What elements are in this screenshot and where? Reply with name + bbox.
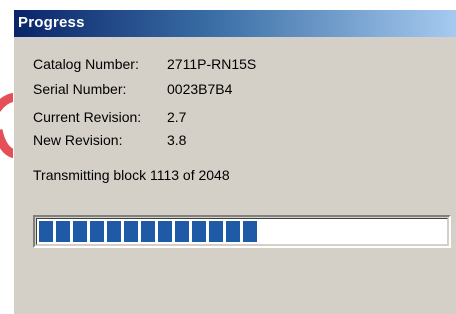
status-text: Transmitting block 1113 of 2048 xyxy=(33,167,230,183)
progress-dialog: Progress Catalog Number: 2711P-RN15S Ser… xyxy=(13,9,456,314)
progress-bar xyxy=(33,215,451,248)
title-bar[interactable]: Progress xyxy=(14,10,456,37)
serial-number-row: Serial Number: 0023B7B4 xyxy=(33,81,232,97)
catalog-number-value: 2711P-RN15S xyxy=(167,56,257,72)
new-revision-row: New Revision: 3.8 xyxy=(33,132,186,148)
new-revision-label: New Revision: xyxy=(33,132,123,148)
current-revision-label: Current Revision: xyxy=(33,109,142,125)
new-revision-value: 3.8 xyxy=(167,132,187,148)
catalog-number-label: Catalog Number: xyxy=(33,56,139,72)
current-revision-value: 2.7 xyxy=(167,109,187,125)
catalog-number-row: Catalog Number: 2711P-RN15S xyxy=(33,56,256,72)
progress-bar-inner xyxy=(36,218,448,245)
serial-number-value: 0023B7B4 xyxy=(167,81,233,97)
current-revision-row: Current Revision: 2.7 xyxy=(33,109,186,125)
progress-fill xyxy=(39,221,257,242)
window-title: Progress xyxy=(18,14,85,31)
serial-number-label: Serial Number: xyxy=(33,81,127,97)
progress-track xyxy=(39,221,445,242)
